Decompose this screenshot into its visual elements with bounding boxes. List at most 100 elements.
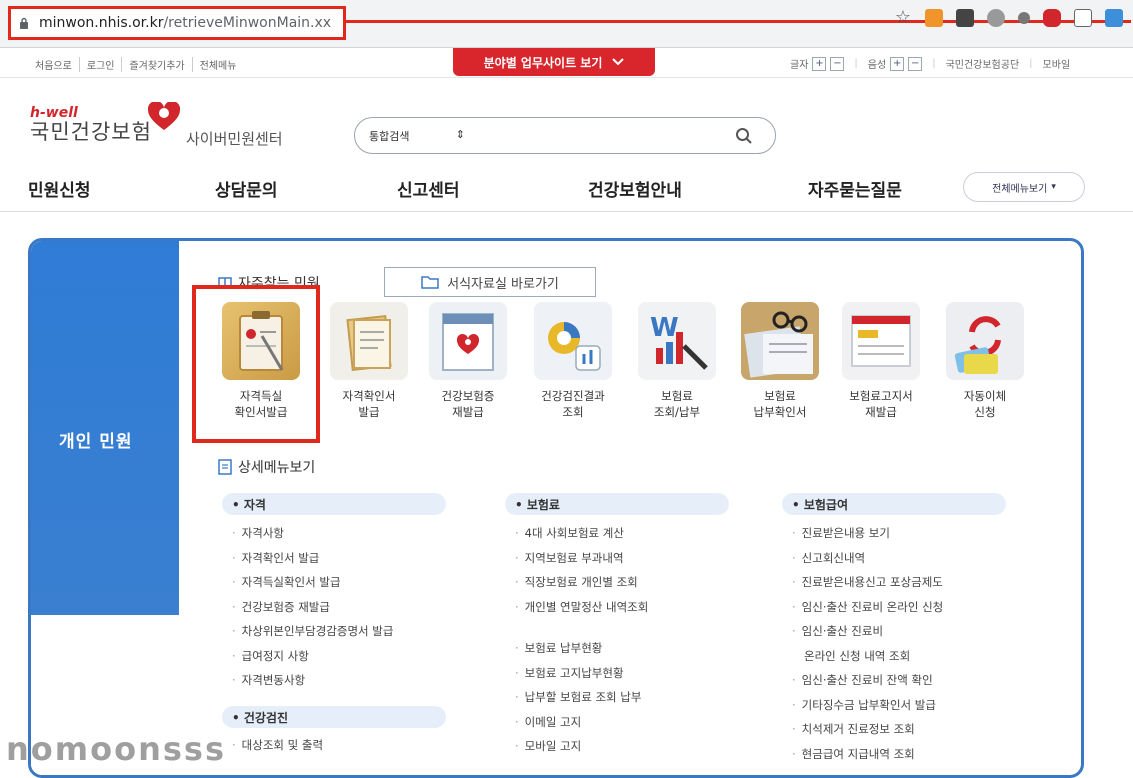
list-item[interactable]: 자격사항 (232, 521, 393, 546)
category-benefit: • 보험급여 (782, 493, 1006, 515)
url-path: /retrieveMinwonMain.xx (163, 15, 332, 31)
brand-name: 국민건강보험 (30, 120, 152, 144)
url-domain: minwon.nhis.or.kr (39, 15, 164, 31)
list-item[interactable]: 지역보험료 부과내역 (515, 546, 648, 571)
list-item[interactable]: 현금급여 지급내역 조회 (792, 742, 943, 767)
service-premium-payment[interactable]: W 보험료 조회/납부 (634, 302, 720, 420)
form-library-button[interactable]: 서식자료실 바로가기 (384, 267, 596, 297)
extension-icon[interactable] (1105, 9, 1123, 27)
list-item[interactable]: 진료받은내용신고 포상금제도 (792, 570, 943, 595)
premium-list-2: 보험료 납부현황 보험료 고지납부현황 납부할 보험료 조회 납부 이메일 고지… (515, 636, 642, 759)
service-insurance-card-reissue[interactable]: 건강보험증 재발급 (425, 302, 511, 420)
detail-menu-title-text: 상세메뉴보기 (238, 460, 316, 476)
premium-list: 4대 사회보험료 계산 지역보험료 부과내역 직장보험료 개인별 조회 개인별 … (515, 521, 649, 620)
service-label: 보험료고지서 재발급 (849, 389, 913, 419)
link-nhis[interactable]: 국민건강보험공단 (946, 56, 1020, 71)
extension-icon[interactable] (956, 9, 974, 27)
extension-bar: ☆ (894, 9, 1123, 27)
list-item[interactable]: 4대 사회보험료 계산 (515, 521, 648, 546)
all-menu-button[interactable]: 전체메뉴보기 ▾ (963, 172, 1085, 202)
search-bar[interactable]: 통합검색 ⇕ (354, 117, 776, 154)
extension-icon[interactable] (987, 9, 1005, 27)
list-item[interactable]: 자격확인서 발급 (232, 546, 393, 571)
sound-minus-button[interactable]: − (908, 56, 923, 71)
nav-item-petition[interactable]: 민원신청 (28, 176, 91, 201)
document-icon (330, 302, 408, 380)
category-checkup: • 건강검진 (222, 706, 446, 728)
list-item[interactable]: 보험료 고지납부현황 (515, 661, 641, 686)
font-plus-button[interactable]: + (812, 56, 827, 71)
list-item[interactable]: 대상조회 및 출력 (232, 733, 323, 758)
document-list-icon (218, 459, 232, 475)
svg-text:W: W (650, 313, 679, 343)
list-item[interactable]: 급여정지 사항 (232, 644, 393, 669)
list-item[interactable]: 임신·출산 진료비 온라인 신청 (792, 595, 944, 620)
benefit-list: 진료받은내용 보기 신고회신내역 진료받은내용신고 포상금제도 임신·출산 진료… (792, 521, 944, 767)
link-all-menu[interactable]: 전체메뉴 (193, 57, 244, 72)
service-label: 자동이체 신청 (963, 389, 1007, 419)
service-payment-confirmation[interactable]: 보험료 납부확인서 (737, 302, 823, 420)
list-item-continued[interactable]: 온라인 신청 내역 조회 (792, 644, 943, 669)
search-icon[interactable] (735, 127, 753, 145)
list-item[interactable]: 이메일 고지 (515, 710, 641, 735)
service-label: 보험료 조회/납부 (653, 389, 701, 419)
chevron-down-icon (612, 58, 625, 66)
list-item[interactable]: 임신·출산 진료비 잔액 확인 (792, 668, 943, 693)
utility-links: 처음으로 로그인 즐겨찾기추가 전체메뉴 (28, 57, 243, 72)
font-minus-button[interactable]: − (830, 56, 845, 71)
category-eligibility: • 자격 (222, 493, 446, 515)
list-item[interactable]: 납부할 보험료 조회 납부 (515, 685, 642, 710)
chart-report-icon (534, 302, 612, 380)
list-item[interactable]: 모바일 고지 (515, 734, 641, 759)
list-item[interactable]: 임신·출산 진료비 (792, 619, 943, 644)
list-item[interactable]: 직장보험료 개인별 조회 (515, 570, 648, 595)
eligibility-list: 자격사항 자격확인서 발급 자격득실확인서 발급 건강보험증 재발급 차상위본인… (232, 521, 394, 693)
list-item[interactable]: 자격변동사항 (232, 668, 393, 693)
brand-hwell: h-well (30, 105, 78, 121)
service-label: 자격확인서 발급 (342, 389, 396, 419)
list-item[interactable]: 진료받은내용 보기 (792, 521, 943, 546)
list-item[interactable]: 자격득실확인서 발급 (232, 570, 393, 595)
list-item[interactable]: 건강보험증 재발급 (232, 595, 393, 620)
nav-item-report[interactable]: 신고센터 (397, 176, 460, 201)
extension-icon[interactable] (925, 9, 943, 27)
form-library-label: 서식자료실 바로가기 (447, 276, 559, 292)
link-login[interactable]: 로그인 (80, 57, 123, 72)
sound-plus-button[interactable]: + (890, 56, 905, 71)
list-item[interactable]: 차상위본인부담경감증명서 발급 (232, 619, 394, 644)
service-bill-reissue[interactable]: 보험료고지서 재발급 (838, 302, 924, 420)
service-label: 건강보험증 재발급 (441, 389, 495, 419)
folder-icon (421, 276, 439, 289)
site-logo[interactable]: h-well 국민건강보험 사이버민원센터 (30, 102, 283, 148)
list-item[interactable]: 보험료 납부현황 (515, 636, 641, 661)
extension-icon[interactable] (1043, 9, 1061, 27)
nav-item-consult[interactable]: 상담문의 (215, 176, 278, 201)
link-mobile[interactable]: 모바일 (1043, 56, 1071, 71)
category-premium: • 보험료 (505, 493, 729, 515)
link-home[interactable]: 처음으로 (28, 57, 80, 72)
lock-icon (19, 16, 31, 30)
address-bar[interactable]: minwon.nhis.or.kr/retrieveMinwonMain.xx (8, 6, 346, 40)
search-category-value: 통합검색 (369, 129, 410, 143)
star-icon[interactable]: ☆ (894, 9, 912, 27)
list-item[interactable]: 치석제거 진료정보 조회 (792, 717, 943, 742)
list-item[interactable]: 개인별 연말정산 내역조회 (515, 595, 649, 620)
receipt-glasses-icon (741, 302, 819, 380)
nav-item-faq[interactable]: 자주묻는질문 (808, 176, 902, 201)
service-eligibility-confirmation[interactable]: 자격확인서 발급 (326, 302, 412, 420)
font-size-label: 글자 (790, 60, 809, 71)
link-bookmark[interactable]: 즐겨찾기추가 (122, 57, 193, 72)
list-item[interactable]: 신고회신내역 (792, 546, 943, 571)
extension-icon[interactable] (1018, 12, 1030, 24)
list-item[interactable]: 기타징수금 납부확인서 발급 (792, 693, 943, 718)
checkup-list: 대상조회 및 출력 (232, 733, 323, 758)
brand-subtitle: 사이버민원센터 (186, 130, 283, 148)
accessibility-tools: 글자 + − | 음성 + − | 국민건강보험공단 | 모바일 (790, 56, 1071, 71)
search-category-select[interactable]: 통합검색 ⇕ (369, 128, 481, 144)
nav-item-insurance-info[interactable]: 건강보험안내 (588, 176, 682, 201)
camera-icon[interactable] (1074, 9, 1092, 27)
business-site-label: 분야별 업무사이트 보기 (483, 55, 603, 70)
service-checkup-results[interactable]: 건강검진결과 조회 (530, 302, 616, 420)
business-site-button[interactable]: 분야별 업무사이트 보기 (453, 48, 655, 76)
service-auto-transfer[interactable]: 자동이체 신청 (942, 302, 1028, 420)
